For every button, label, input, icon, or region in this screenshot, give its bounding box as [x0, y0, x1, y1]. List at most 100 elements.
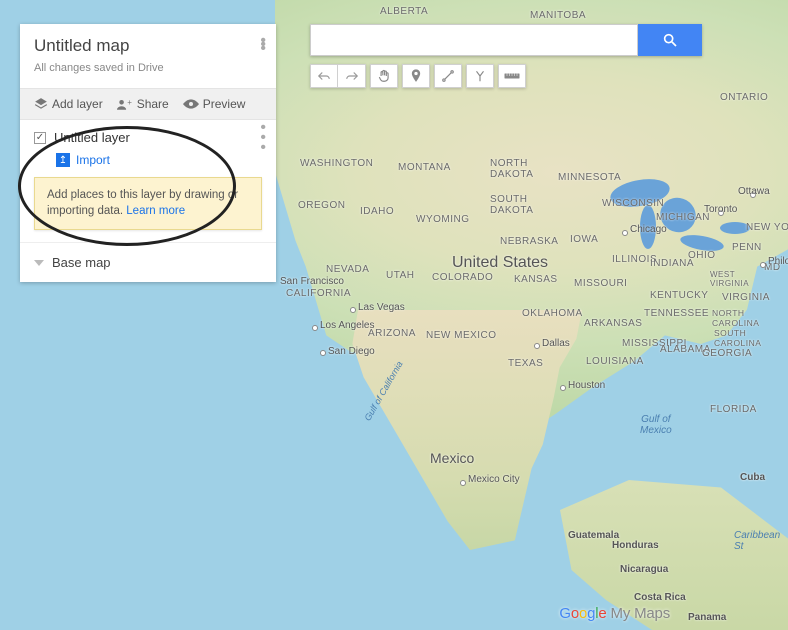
label-gulf-mexico: Gulf of Mexico [640, 414, 672, 436]
label-arkansas: ARKANSAS [584, 318, 642, 329]
eye-icon [183, 99, 199, 109]
label-cuba: Cuba [740, 472, 765, 483]
label-ohio: OHIO [688, 250, 716, 261]
import-icon: ↥ [56, 153, 70, 167]
label-louisiana: LOUISIANA [586, 356, 644, 367]
city-toronto: Toronto [704, 204, 737, 215]
city-dot-sd [320, 350, 326, 356]
layer-checkbox[interactable]: ✓ [34, 132, 46, 144]
city-dot-phil [760, 262, 766, 268]
learn-more-link[interactable]: Learn more [126, 205, 185, 217]
label-texas: TEXAS [508, 358, 543, 369]
label-ontario: ONTARIO [720, 92, 768, 103]
label-ndakota: NORTH DAKOTA [490, 158, 544, 180]
preview-button[interactable]: Preview [183, 97, 246, 111]
city-las-vegas: Las Vegas [358, 302, 405, 313]
label-oklahoma: OKLAHOMA [522, 308, 583, 319]
label-caribbean: Caribbean St [734, 530, 788, 552]
city-dot-mexcity [460, 480, 466, 486]
city-dot-chicago [622, 230, 628, 236]
line-button[interactable] [434, 64, 462, 88]
marker-button[interactable] [402, 64, 430, 88]
layer-menu-button[interactable]: ••• [260, 123, 266, 153]
city-san-francisco: San Francisco [280, 276, 344, 287]
panel-menu-button[interactable]: ••• [260, 36, 266, 48]
add-layer-label: Add layer [52, 97, 103, 111]
city-dot-dallas [534, 343, 540, 349]
city-mexico-city: Mexico City [468, 474, 520, 485]
label-wyoming: WYOMING [416, 214, 470, 225]
city-phil: Philo [768, 256, 788, 267]
city-los-angeles: Los Angeles [320, 320, 375, 331]
pan-button[interactable] [370, 64, 398, 88]
city-dot-la [312, 325, 318, 331]
share-icon: + [117, 98, 133, 110]
panel-toolbar: Add layer + Share Preview [20, 88, 276, 120]
save-status: All changes saved in Drive [34, 62, 262, 74]
label-california: CALIFORNIA [286, 288, 351, 299]
city-dot-lv [350, 307, 356, 313]
label-nebraska: NEBRASKA [500, 236, 558, 247]
redo-icon [345, 70, 359, 82]
measure-button[interactable] [498, 64, 526, 88]
label-nicaragua: Nicaragua [620, 564, 668, 575]
label-washington: WASHINGTON [300, 158, 373, 169]
label-scarolina: SOUTH CAROLINA [714, 328, 772, 348]
label-idaho: IDAHO [360, 206, 394, 217]
label-arizona: ARIZONA [368, 328, 416, 339]
share-label: Share [137, 97, 169, 111]
layers-icon [34, 97, 48, 111]
label-iowa: IOWA [570, 234, 598, 245]
label-kentucky: KENTUCKY [650, 290, 708, 301]
line-icon [441, 69, 455, 83]
search-button[interactable] [638, 24, 702, 56]
search-bar [310, 24, 702, 56]
label-colorado: COLORADO [432, 272, 493, 283]
attribution: Google My Maps [559, 605, 670, 622]
route-button[interactable] [466, 64, 494, 88]
label-nevada: NEVADA [326, 264, 369, 275]
layer-header[interactable]: ✓ Untitled layer ••• [20, 120, 276, 149]
city-chicago: Chicago [630, 224, 667, 235]
basemap-row[interactable]: Base map [20, 242, 276, 282]
basemap-label: Base map [52, 255, 111, 270]
route-icon [473, 69, 487, 83]
label-honduras: Honduras [612, 540, 659, 551]
hand-icon [377, 69, 391, 83]
city-dot-houston [560, 385, 566, 391]
layer-name: Untitled layer [54, 130, 130, 145]
label-panama: Panama [688, 612, 726, 623]
label-manitoba: MANITOBA [530, 10, 586, 21]
label-michigan: MICHIGAN [656, 212, 710, 223]
map-tools [310, 64, 526, 88]
label-utah: UTAH [386, 270, 414, 281]
city-houston: Houston [568, 380, 605, 391]
city-ottawa: Ottawa [738, 186, 770, 197]
label-missouri: MISSOURI [574, 278, 627, 289]
label-mexico: Mexico [430, 450, 474, 466]
label-tennessee: TENNESSEE [644, 308, 709, 319]
label-florida: FLORIDA [710, 404, 757, 415]
city-dallas: Dallas [542, 338, 570, 349]
redo-button[interactable] [338, 64, 366, 88]
preview-label: Preview [203, 97, 246, 111]
undo-button[interactable] [310, 64, 338, 88]
share-button[interactable]: + Share [117, 97, 169, 111]
label-wva: WEST VIRGINIA [710, 270, 766, 288]
import-button[interactable]: ↥ Import [20, 153, 276, 167]
label-georgia: GEORGIA [702, 348, 752, 359]
add-layer-button[interactable]: Add layer [34, 97, 103, 111]
label-sdakota: SOUTH DAKOTA [490, 194, 544, 216]
layer-tip: Add places to this layer by drawing or i… [34, 177, 262, 230]
label-virginia: VIRGINIA [722, 292, 770, 303]
label-ncarolina: NORTH CAROLINA [712, 308, 770, 328]
label-newyork: NEW YORK [746, 222, 788, 233]
search-input[interactable] [310, 24, 638, 56]
label-montana: MONTANA [398, 162, 451, 173]
map-title[interactable]: Untitled map [34, 36, 262, 56]
pin-icon [411, 69, 421, 83]
map-panel: Untitled map All changes saved in Drive … [20, 24, 276, 282]
label-united-states: United States [452, 254, 548, 272]
svg-text:+: + [127, 98, 132, 107]
label-kansas: KANSAS [514, 274, 558, 285]
